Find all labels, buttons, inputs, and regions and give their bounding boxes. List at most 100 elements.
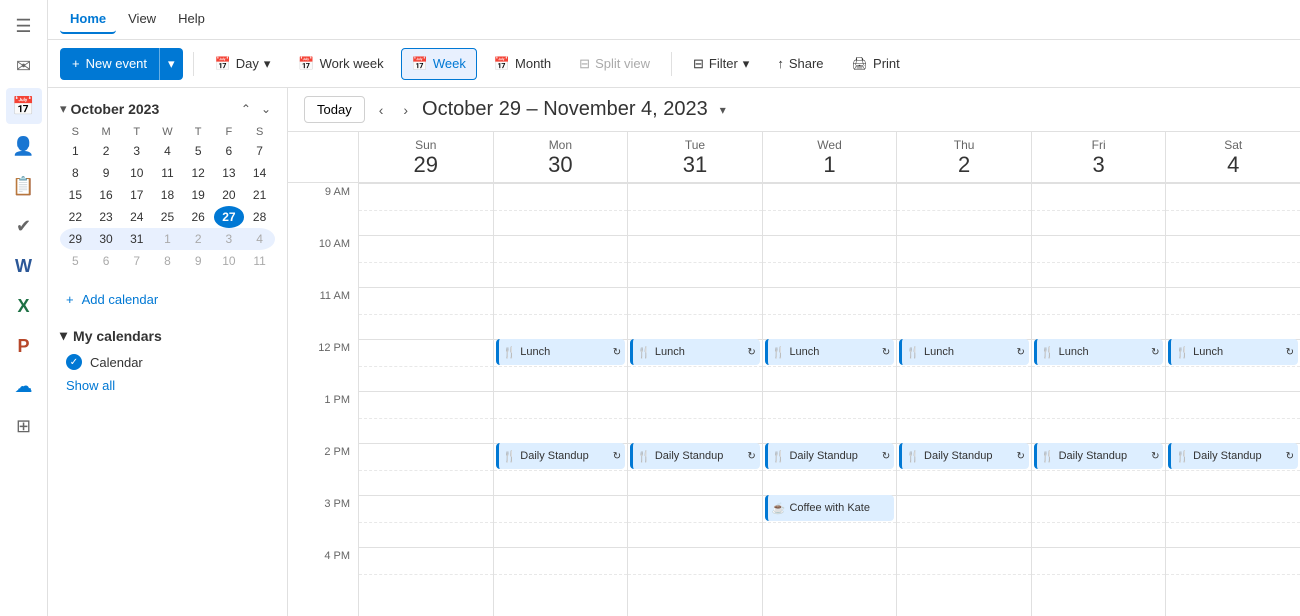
mini-cal-day[interactable]: 6 [214, 140, 245, 162]
add-calendar-btn[interactable]: + Add calendar [60, 288, 275, 311]
mini-cal-day[interactable]: 8 [60, 162, 91, 184]
mini-cal-day[interactable]: 10 [214, 250, 245, 272]
mini-cal-day[interactable]: 7 [121, 250, 152, 272]
hour-cell[interactable] [494, 235, 628, 287]
hour-cell[interactable] [359, 339, 493, 391]
hour-cell[interactable] [359, 235, 493, 287]
day-col-wed[interactable]: 🍴 Lunch ↻ 🍴 Daily Standup ↻ [762, 183, 897, 616]
mini-cal-day[interactable]: 24 [121, 206, 152, 228]
mini-cal-day[interactable]: 1 [152, 228, 183, 250]
mini-cal-day[interactable]: 31 [121, 228, 152, 250]
mini-cal-day[interactable]: 13 [214, 162, 245, 184]
next-week-button[interactable]: › [397, 98, 414, 122]
today-button[interactable]: Today [304, 96, 365, 123]
mini-cal-day[interactable]: 14 [244, 162, 275, 184]
contacts-icon[interactable]: 👤 [6, 128, 42, 164]
hour-cell[interactable] [1166, 287, 1300, 339]
event-standup-mon[interactable]: 🍴 Daily Standup ↻ [496, 443, 626, 469]
mini-cal-day[interactable]: 19 [183, 184, 214, 206]
event-lunch-thu[interactable]: 🍴 Lunch ↻ [899, 339, 1029, 365]
day-col-tue[interactable]: 🍴 Lunch ↻ 🍴 Daily Standup ↻ [627, 183, 762, 616]
hour-cell[interactable] [494, 495, 628, 547]
tasks-icon[interactable]: ✔ [6, 208, 42, 244]
event-standup-thu[interactable]: 🍴 Daily Standup ↻ [899, 443, 1029, 469]
mini-cal-day[interactable]: 29 [60, 228, 91, 250]
day-col-sun[interactable] [358, 183, 493, 616]
hour-cell[interactable] [897, 235, 1031, 287]
hour-cell[interactable] [1166, 183, 1300, 235]
mini-cal-day[interactable]: 28 [244, 206, 275, 228]
event-lunch-tue[interactable]: 🍴 Lunch ↻ [630, 339, 760, 365]
mini-cal-next[interactable]: ⌄ [257, 100, 275, 118]
hour-cell[interactable] [628, 235, 762, 287]
hour-cell[interactable] [1166, 547, 1300, 599]
hour-cell[interactable] [897, 183, 1031, 235]
onedrive-icon[interactable]: ☁ [6, 368, 42, 404]
mini-cal-day[interactable]: 15 [60, 184, 91, 206]
hour-cell[interactable] [494, 183, 628, 235]
hour-cell[interactable] [763, 391, 897, 443]
day-col-fri[interactable]: 🍴 Lunch ↻ 🍴 Daily Standup ↻ [1031, 183, 1166, 616]
mini-cal-collapse-icon[interactable]: ▾ [60, 101, 67, 117]
mini-cal-day[interactable]: 3 [121, 140, 152, 162]
mini-cal-day[interactable]: 26 [183, 206, 214, 228]
notes-icon[interactable]: 📋 [6, 168, 42, 204]
event-standup-sat[interactable]: 🍴 Daily Standup ↻ [1168, 443, 1298, 469]
toolbar-day-btn[interactable]: 📅 Day ▾ [204, 48, 282, 80]
mini-cal-day[interactable]: 4 [152, 140, 183, 162]
hour-cell[interactable] [897, 391, 1031, 443]
hour-cell[interactable] [359, 547, 493, 599]
mini-cal-day[interactable]: 6 [91, 250, 122, 272]
hour-cell[interactable] [763, 547, 897, 599]
toolbar-splitview-btn[interactable]: ⊟ Split view [568, 48, 661, 80]
mini-cal-day[interactable]: 8 [152, 250, 183, 272]
menu-help[interactable]: Help [168, 5, 215, 34]
mini-cal-day[interactable]: 23 [91, 206, 122, 228]
event-lunch-wed[interactable]: 🍴 Lunch ↻ [765, 339, 895, 365]
mini-cal-day[interactable]: 11 [244, 250, 275, 272]
mini-cal-day[interactable]: 11 [152, 162, 183, 184]
powerpoint-icon[interactable]: P [6, 328, 42, 364]
mini-cal-day[interactable]: 21 [244, 184, 275, 206]
mail-icon[interactable]: ✉ [6, 48, 42, 84]
mini-cal-day[interactable]: 9 [183, 250, 214, 272]
word-icon[interactable]: W [6, 248, 42, 284]
mini-cal-day[interactable]: 1 [60, 140, 91, 162]
day-col-thu[interactable]: 🍴 Lunch ↻ 🍴 Daily Standup ↻ [896, 183, 1031, 616]
excel-icon[interactable]: X [6, 288, 42, 324]
mini-cal-day[interactable]: 17 [121, 184, 152, 206]
mini-cal-today[interactable]: 27 [214, 206, 245, 228]
hour-cell[interactable] [897, 547, 1031, 599]
show-all-btn[interactable]: Show all [60, 374, 275, 397]
hour-cell[interactable] [628, 495, 762, 547]
new-event-button[interactable]: + New event ▾ [60, 48, 183, 80]
hour-cell[interactable] [763, 235, 897, 287]
day-col-sat[interactable]: 🍴 Lunch ↻ 🍴 Daily Standup ↻ [1165, 183, 1300, 616]
hour-cell[interactable] [1166, 235, 1300, 287]
hour-cell[interactable] [1166, 391, 1300, 443]
day-col-mon[interactable]: 🍴 Lunch ↻ 🍴 Daily Standup ↻ [493, 183, 628, 616]
hour-cell[interactable] [359, 391, 493, 443]
hour-cell[interactable] [1032, 287, 1166, 339]
mini-cal-day[interactable]: 2 [183, 228, 214, 250]
event-lunch-sat[interactable]: 🍴 Lunch ↻ [1168, 339, 1298, 365]
mini-cal-day[interactable]: 4 [244, 228, 275, 250]
apps-icon[interactable]: ⊞ [6, 408, 42, 444]
menu-view[interactable]: View [118, 5, 166, 34]
menu-home[interactable]: Home [60, 5, 116, 34]
calendar-title-dropdown[interactable]: ▾ [720, 103, 726, 117]
event-standup-tue[interactable]: 🍴 Daily Standup ↻ [630, 443, 760, 469]
mini-cal-day[interactable]: 3 [214, 228, 245, 250]
mini-cal-day[interactable]: 22 [60, 206, 91, 228]
hour-cell[interactable] [1166, 495, 1300, 547]
hour-cell[interactable] [628, 287, 762, 339]
hour-cell[interactable] [359, 495, 493, 547]
hour-cell[interactable] [1032, 183, 1166, 235]
hour-cell[interactable] [1032, 235, 1166, 287]
toolbar-month-btn[interactable]: 📅 Month [483, 48, 562, 80]
new-event-main[interactable]: + New event [60, 48, 160, 80]
hour-cell[interactable] [359, 287, 493, 339]
hour-cell[interactable] [359, 443, 493, 495]
mini-cal-day[interactable]: 7 [244, 140, 275, 162]
hour-cell[interactable] [628, 391, 762, 443]
